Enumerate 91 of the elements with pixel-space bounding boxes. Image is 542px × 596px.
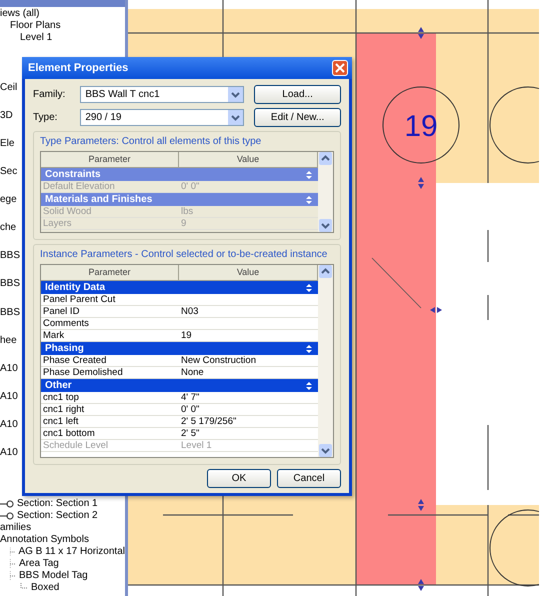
parameter-group-header[interactable]: Phasing — [41, 342, 318, 355]
tree-line-icon — [10, 571, 16, 581]
tree-item[interactable]: Ele — [0, 138, 21, 150]
dialog-button[interactable]: Edit / New... — [254, 108, 341, 127]
dimension-arrow-icon[interactable] — [418, 177, 424, 189]
tree-item[interactable]: 3D — [0, 110, 21, 122]
chevron-down-icon[interactable] — [231, 92, 240, 98]
section-title: Instance Parameters - Control selected or to-be-created instance — [40, 249, 328, 260]
parameter-value[interactable]: 19 — [179, 330, 318, 342]
tree-item[interactable]: BBS — [0, 278, 21, 290]
tree-item[interactable]: Area Tag — [19, 558, 59, 570]
chevron-down-icon[interactable] — [231, 114, 240, 120]
tree-item[interactable]: A10 — [0, 390, 21, 402]
section-title: Type Parameters: Control all elements of this type — [40, 136, 262, 147]
dialog-button[interactable]: Load... — [254, 85, 341, 104]
parameter-value[interactable]: None — [179, 367, 318, 379]
dimension-arrow-icon[interactable] — [418, 579, 424, 591]
tree-item[interactable]: Section: Section 2 — [17, 510, 98, 522]
leader-line — [372, 258, 422, 308]
tree-line-icon — [10, 547, 16, 557]
parameter-name: Layers — [42, 218, 73, 230]
tree-item[interactable]: iews (all) — [0, 8, 40, 20]
field-label: Type: — [33, 112, 58, 123]
parameter-name: Panel ID — [42, 306, 80, 318]
section-icon — [0, 512, 14, 520]
parameter-name: cnc1 bottom — [42, 428, 96, 440]
tree-item[interactable]: A10 — [0, 362, 21, 374]
dimension-arrow-icon[interactable] — [418, 499, 424, 511]
dimension-arrow-icon[interactable] — [418, 27, 424, 39]
collapse-icon[interactable] — [306, 196, 312, 204]
parameter-name: Comments — [42, 318, 90, 330]
parameter-name: Phase Demolished — [42, 367, 124, 379]
parameter-name: cnc1 right — [42, 404, 86, 416]
column-header[interactable]: Parameter — [41, 265, 179, 281]
parameter-group-header[interactable]: Other — [41, 379, 318, 392]
parameter-value[interactable]: 4' 7" — [179, 392, 318, 404]
parameter-name: cnc1 left — [42, 416, 80, 428]
parameter-group-header[interactable]: Identity Data — [41, 281, 318, 294]
tree-item[interactable]: AG B 11 x 17 Horizontal — [18, 546, 125, 558]
tree-item[interactable]: ege — [0, 194, 21, 206]
tree-item[interactable]: BBS Model Tag — [19, 570, 88, 582]
scrollbar[interactable] — [318, 265, 333, 457]
tree-item[interactable]: BBS — [0, 250, 21, 262]
parameter-name: Default Elevation — [42, 181, 116, 193]
tree-item[interactable]: che — [0, 222, 21, 234]
column-header[interactable]: Value — [179, 152, 318, 168]
wall-tag-number: 19 — [404, 110, 438, 143]
parameter-name: cnc1 top — [42, 392, 80, 404]
tree-item[interactable]: A10 — [0, 446, 21, 458]
field-label: Family: — [33, 89, 66, 100]
collapse-icon[interactable] — [306, 344, 312, 352]
flip-arrow-icon[interactable] — [430, 307, 442, 313]
parameter-value[interactable]: 2' 5 179/256" — [179, 416, 318, 428]
tree-item[interactable]: Section: Section 1 — [17, 498, 98, 510]
scroll-down-icon[interactable] — [319, 219, 332, 232]
section-icon — [0, 500, 14, 508]
tree-item[interactable]: amilies — [0, 522, 32, 534]
parameter-value[interactable]: New Construction — [179, 355, 318, 367]
parameter-value[interactable]: N03 — [179, 306, 318, 318]
column-header[interactable]: Parameter — [41, 152, 179, 168]
tree-line-icon — [10, 559, 16, 569]
tree-item[interactable]: Annotation Symbols — [0, 534, 89, 546]
close-button[interactable] — [332, 60, 348, 76]
dialog-title: Element Properties — [28, 62, 128, 74]
scrollbar[interactable] — [318, 152, 333, 232]
parameter-name: Solid Wood — [42, 206, 92, 218]
tree-item[interactable]: hee — [0, 334, 21, 346]
tree-item[interactable]: Floor Plans — [10, 20, 61, 32]
parameter-name: Phase Created — [42, 355, 108, 367]
column-header[interactable]: Value — [179, 265, 318, 281]
tree-item[interactable]: BBS — [0, 306, 21, 318]
dropdown-field[interactable]: BBS Wall T cnc1 — [80, 86, 244, 103]
parameter-name: Panel Parent Cut — [42, 294, 116, 306]
tree-item[interactable]: Boxed — [31, 582, 60, 594]
tree-item[interactable]: A10 — [0, 418, 21, 430]
dialog-button[interactable]: Cancel — [277, 469, 341, 488]
collapse-icon[interactable] — [306, 284, 312, 292]
parameter-value[interactable]: 0' 0" — [179, 404, 318, 416]
scroll-up-icon[interactable] — [319, 152, 332, 165]
dialog-button[interactable]: OK — [207, 469, 271, 488]
dropdown-field[interactable]: 290 / 19 — [80, 109, 244, 126]
scroll-down-icon[interactable] — [319, 444, 332, 457]
collapse-icon[interactable] — [306, 382, 312, 390]
parameter-value[interactable]: 2' 5" — [179, 428, 318, 440]
tree-item[interactable]: Ceil — [0, 82, 21, 93]
parameter-name: Mark — [42, 330, 66, 342]
scroll-up-icon[interactable] — [319, 265, 332, 278]
tree-item[interactable]: Level 1 — [20, 32, 52, 44]
tree-item[interactable]: Sec — [0, 166, 21, 178]
parameter-name: Schedule Level — [42, 440, 109, 452]
collapse-icon[interactable] — [306, 170, 312, 178]
